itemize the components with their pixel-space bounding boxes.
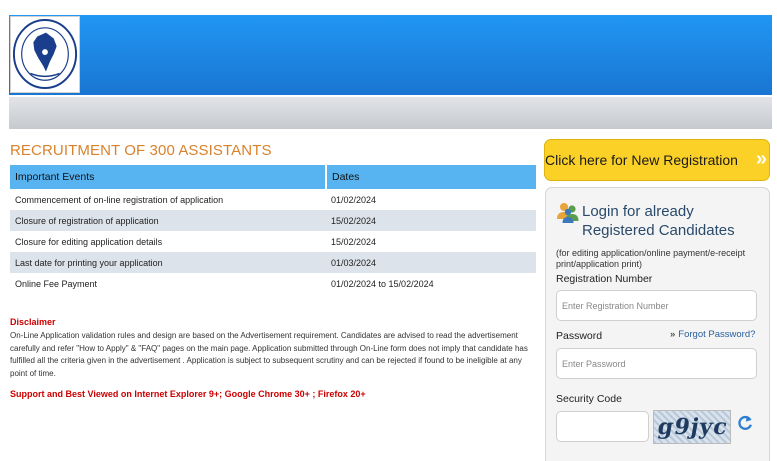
company-logo[interactable] xyxy=(10,16,80,93)
logo-emblem-icon xyxy=(12,19,78,89)
security-code-label: Security Code xyxy=(556,393,622,405)
double-chevron-right-icon: » xyxy=(670,329,676,340)
site-header xyxy=(9,15,772,95)
event-cell: Last date for printing your application xyxy=(10,252,326,273)
event-cell: Closure for editing application details xyxy=(10,231,326,252)
refresh-icon[interactable] xyxy=(736,414,754,432)
new-registration-button[interactable]: Click here for New Registration » xyxy=(544,139,770,181)
captcha-image: g9jyc xyxy=(653,410,731,444)
table-row: Closure of registration of application 1… xyxy=(10,210,536,231)
date-cell: 15/02/2024 xyxy=(326,210,536,231)
captcha-text: g9jyc xyxy=(655,414,731,440)
table-header-row: Important Events Dates xyxy=(10,165,536,189)
login-heading: Login for already Registered Candidates xyxy=(582,203,735,239)
disclaimer-heading: Disclaimer xyxy=(10,317,56,327)
users-icon xyxy=(557,203,579,223)
important-events-table: Important Events Dates Commencement of o… xyxy=(10,165,536,294)
table-row: Closure for editing application details … xyxy=(10,231,536,252)
table-row: Commencement of on-line registration of … xyxy=(10,189,536,210)
table-row: Online Fee Payment 01/02/2024 to 15/02/2… xyxy=(10,273,536,294)
double-chevron-right-icon: » xyxy=(755,148,767,170)
date-cell: 15/02/2024 xyxy=(326,231,536,252)
navigation-bar xyxy=(9,97,772,129)
login-panel: Login for already Registered Candidates … xyxy=(545,187,770,461)
page-title: RECRUITMENT OF 300 ASSISTANTS xyxy=(10,142,272,159)
browser-support-note: Support and Best Viewed on Internet Expl… xyxy=(10,389,366,399)
new-registration-label: Click here for New Registration xyxy=(545,152,738,168)
date-cell: 01/02/2024 xyxy=(326,189,536,210)
forgot-password-label: Forgot Password? xyxy=(678,329,756,340)
table-row: Last date for printing your application … xyxy=(10,252,536,273)
date-cell: 01/02/2024 to 15/02/2024 xyxy=(326,273,536,294)
event-cell: Commencement of on-line registration of … xyxy=(10,189,326,210)
column-header-dates: Dates xyxy=(326,165,536,189)
registration-number-input[interactable] xyxy=(556,290,757,321)
forgot-password-link[interactable]: » Forgot Password? xyxy=(670,329,755,340)
event-cell: Online Fee Payment xyxy=(10,273,326,294)
login-note: (for editing application/online payment/… xyxy=(556,248,746,269)
column-header-events: Important Events xyxy=(10,165,327,189)
disclaimer-text: On-Line Application validation rules and… xyxy=(10,331,528,378)
password-input[interactable] xyxy=(556,348,757,379)
security-code-input[interactable] xyxy=(556,411,649,442)
event-cell: Closure of registration of application xyxy=(10,210,326,231)
date-cell: 01/03/2024 xyxy=(326,252,536,273)
password-label: Password xyxy=(556,330,603,342)
registration-number-label: Registration Number xyxy=(556,273,653,285)
